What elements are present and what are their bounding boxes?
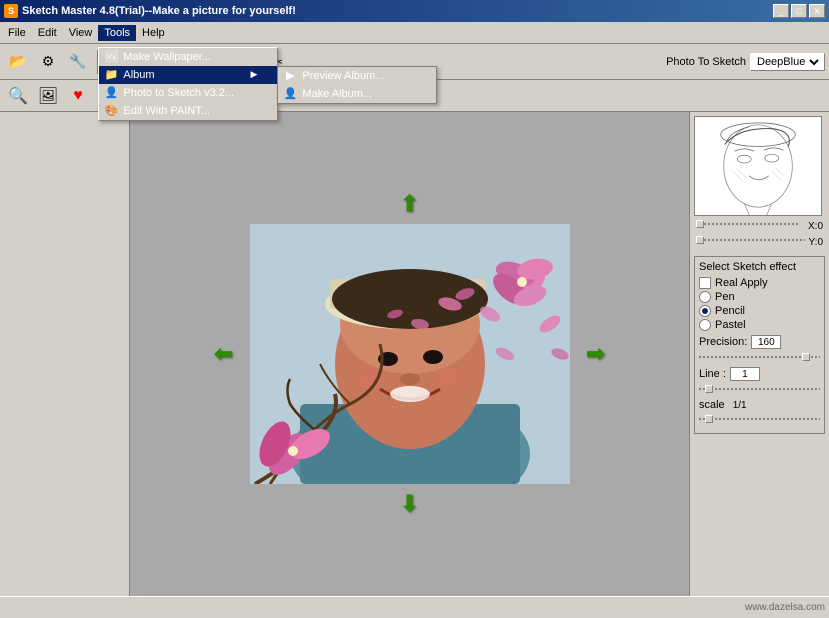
left-panel [0,112,130,596]
line-input[interactable] [730,367,760,381]
settings-button[interactable]: ⚙ [34,48,62,76]
arrow-right[interactable]: ➡ [584,342,608,366]
y-slider[interactable] [696,236,805,248]
x-slider[interactable] [696,220,800,232]
pencil-label: Pencil [715,305,745,317]
flower-overlay [250,224,570,484]
scale-row: scale 1/1 [699,399,820,425]
y-coord-row: Y:0 [694,236,825,248]
precision-slider[interactable] [699,351,820,363]
real-apply-checkbox[interactable] [699,277,711,289]
style-select[interactable]: DeepBlue Classic Warm [753,55,822,69]
toolbar-right: Photo To Sketch DeepBlue Classic Warm [666,53,825,71]
main-photo [250,224,570,484]
toolbar2-btn3[interactable]: ♥ [64,82,92,110]
y-coord: Y:0 [809,237,823,248]
line-control: Line : [699,367,820,381]
pastel-row: Pastel [699,319,820,331]
pastel-radio[interactable] [699,319,711,331]
scale-slider[interactable] [699,413,820,425]
tools-dropdown: 🖼 Make Wallpaper... 📁 Album ▶ ▶ Preview … [98,47,278,121]
sketch-effect-panel: Select Sketch effect Real Apply Pen Penc… [694,256,825,434]
menu-file[interactable]: File [2,25,32,41]
arrow-left[interactable]: ⬅ [212,342,236,366]
main-area: ⬆ ⬇ ⬅ ➡ [0,112,829,596]
menu-help[interactable]: Help [136,25,171,41]
photo-sketch-icon: 👤 [103,85,119,101]
paint-icon: 🎨 [103,103,119,119]
canvas-area: ⬆ ⬇ ⬅ ➡ [130,112,689,596]
maximize-button[interactable]: □ [791,4,807,18]
make-album-icon: 👤 [282,86,298,102]
watermark: www.dazelsa.com [745,602,825,613]
menu-tools[interactable]: Tools 🖼 Make Wallpaper... 📁 Album ▶ ▶ Pr… [98,25,136,41]
menu-make-album[interactable]: 👤 Make Album... [278,85,436,103]
real-apply-label: Real Apply [715,277,768,289]
precision-row: Precision: [699,335,820,363]
title-bar: S Sketch Master 4.8(Trial)--Make a pictu… [0,0,829,22]
album-icon: 📁 [103,67,119,83]
pen-row: Pen [699,291,820,303]
open-icon: 📂 [9,53,26,70]
tools-icon: 🔧 [69,53,86,70]
app-icon: S [4,4,18,18]
wallpaper-icon: 🖼 [103,49,119,65]
sketch-svg [695,117,821,215]
real-apply-row: Real Apply [699,277,820,289]
menu-bar: File Edit View Tools 🖼 Make Wallpaper...… [0,22,829,44]
style-dropdown[interactable]: DeepBlue Classic Warm [750,53,825,71]
precision-label: Precision: [699,336,747,348]
sketch-effect-title: Select Sketch effect [699,261,820,273]
album-submenu: ▶ Preview Album... 👤 Make Album... [277,66,437,104]
menu-edit-paint[interactable]: 🎨 Edit With PAINT... [99,102,277,120]
pencil-radio[interactable] [699,305,711,317]
menu-view[interactable]: View [63,25,99,41]
right-panel: X:0 Y:0 Select Sketch effect Real Apply … [689,112,829,596]
arrow-down[interactable]: ⬇ [398,492,422,516]
menu-album[interactable]: 📁 Album ▶ ▶ Preview Album... 👤 Make Albu… [99,66,277,84]
pencil-row: Pencil [699,305,820,317]
canvas-image: ⬆ ⬇ ⬅ ➡ [250,224,570,484]
menu-make-wallpaper[interactable]: 🖼 Make Wallpaper... [99,48,277,66]
arrow-up[interactable]: ⬆ [398,192,422,216]
close-button[interactable]: ✕ [809,4,825,18]
pen-radio[interactable] [699,291,711,303]
preview-icon: ▶ [282,68,298,84]
minimize-button[interactable]: _ [773,4,789,18]
line-slider[interactable] [699,383,820,395]
open-button[interactable]: 📂 [4,48,32,76]
flowers-svg [250,224,570,484]
pen-label: Pen [715,291,735,303]
toolbar2-btn1[interactable]: 🔍 [4,82,32,110]
settings-icon: ⚙ [42,53,55,70]
scale-label: scale [699,399,725,411]
toolbar2-btn2[interactable]: 🖼 [34,82,62,110]
status-bar: www.dazelsa.com [0,596,829,618]
coords-bar: X:0 [694,220,825,232]
pastel-label: Pastel [715,319,746,331]
line-label: Line : [699,368,726,380]
photo-to-sketch-label: Photo To Sketch [666,56,746,68]
menu-edit[interactable]: Edit [32,25,63,41]
tools-button[interactable]: 🔧 [64,48,92,76]
precision-control: Precision: [699,335,820,349]
scale-value: 1/1 [733,400,747,411]
window-controls: _ □ ✕ [773,4,825,18]
menu-preview-album[interactable]: ▶ Preview Album... [278,67,436,85]
precision-input[interactable] [751,335,781,349]
x-coord: X:0 [808,221,823,232]
preview-thumbnail [694,116,822,216]
window-title: Sketch Master 4.8(Trial)--Make a picture… [22,5,773,17]
submenu-arrow: ▶ [250,69,257,80]
menu-photo-to-sketch[interactable]: 👤 Photo to Sketch v3.2... [99,84,277,102]
scale-control: scale 1/1 [699,399,820,411]
line-row: Line : [699,367,820,395]
